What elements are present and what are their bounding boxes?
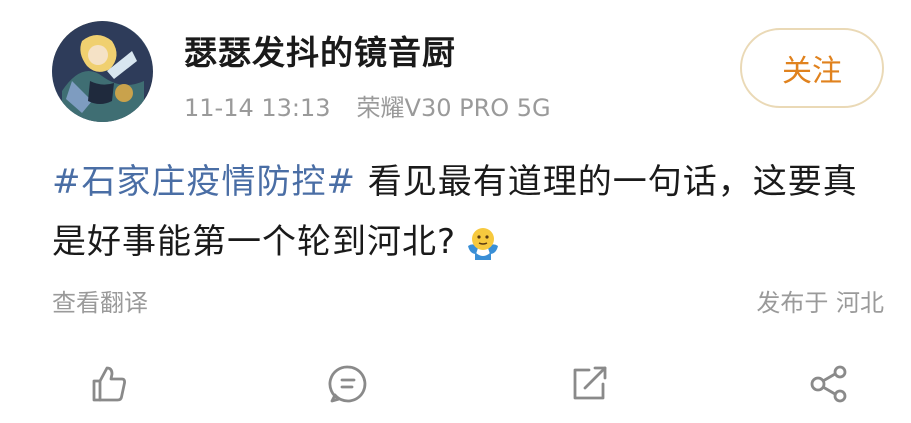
shrug-emoji-icon [464, 221, 502, 260]
post-location: 发布于 河北 [756, 289, 884, 317]
repost-icon [573, 366, 607, 400]
post-meta: 11-14 13:13 荣耀V30 PRO 5G [184, 88, 551, 123]
comment-button[interactable] [322, 358, 374, 410]
share-button[interactable] [804, 358, 856, 410]
like-icon [92, 366, 126, 402]
follow-button[interactable]: 关注 [740, 28, 884, 108]
post-timestamp: 11-14 13:13 [184, 94, 331, 122]
translate-link[interactable]: 查看翻译 [52, 283, 148, 318]
action-bar [0, 358, 911, 410]
post-device: 荣耀V30 PRO 5G [356, 94, 551, 122]
avatar[interactable] [52, 21, 153, 122]
repost-button[interactable] [563, 358, 615, 410]
share-icon [810, 365, 847, 403]
post-body: #石家庄疫情防控# 看见最有道理的一句话，这要真是好事能第一个轮到河北? [52, 152, 892, 272]
hashtag-link[interactable]: #石家庄疫情防控# [52, 162, 356, 202]
like-button[interactable] [82, 358, 134, 410]
username[interactable]: 瑟瑟发抖的镜音厨 [184, 26, 456, 74]
comment-icon [328, 365, 367, 403]
